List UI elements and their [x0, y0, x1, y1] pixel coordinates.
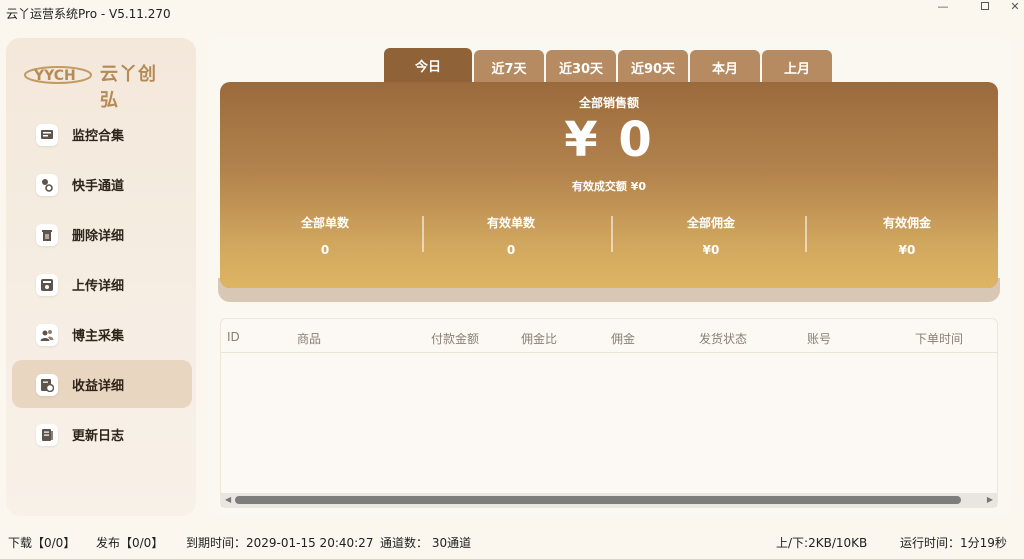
title-bar: 云丫运营系统Pro - V5.11.270 — ✕ [0, 0, 1024, 26]
maximize-icon [981, 2, 989, 10]
sidebar-item-label: 快手通道 [72, 179, 125, 194]
upload-icon [36, 274, 58, 296]
sidebar-item-label: 博主采集 [72, 329, 125, 344]
stat-value: 0 [320, 243, 330, 257]
scroll-right-icon[interactable]: ▶ [987, 495, 993, 504]
window-title: 云丫运营系统Pro - V5.11.270 [6, 7, 171, 21]
tab-30-days[interactable]: 近30天 [546, 50, 616, 84]
scrollbar-thumb[interactable] [235, 496, 961, 504]
column-header-order-time[interactable]: 下单时间 [915, 330, 963, 347]
stat-label: 全部佣金 [686, 216, 735, 230]
sidebar-item-label: 上传详细 [72, 279, 125, 294]
stat-divider [805, 216, 807, 252]
total-sales-value: ¥ 0 [564, 112, 654, 168]
runtime: 运行时间：1分19秒 [900, 536, 1007, 550]
close-button[interactable]: ✕ [1000, 0, 1024, 20]
sidebar-item-changelog[interactable]: 更新日志 [12, 410, 192, 458]
tab-7-days[interactable]: 近7天 [474, 50, 544, 84]
sidebar-item-earnings[interactable]: 收益详细 [12, 360, 192, 408]
column-header-shipping-status[interactable]: 发货状态 [699, 330, 747, 347]
log-icon [36, 424, 58, 446]
tab-last-month[interactable]: 上月 [762, 50, 832, 84]
minimize-button[interactable]: — [928, 0, 958, 20]
sidebar-item-label: 监控合集 [72, 129, 125, 144]
tab-today[interactable]: 今日 [384, 48, 472, 84]
table-header: ID 商品 付款金额 佣金比 佣金 发货状态 账号 下单时间 [221, 319, 997, 353]
column-header-commission[interactable]: 佣金 [611, 330, 635, 347]
logo-mark-text: YYCH [33, 68, 76, 84]
publish-status: 发布【0/0】 [96, 536, 164, 550]
earnings-icon [36, 374, 58, 396]
column-header-payment[interactable]: 付款金额 [431, 330, 479, 347]
logo: YYCH 云丫创弘 [24, 56, 174, 111]
orders-table: ID 商品 付款金额 佣金比 佣金 发货状态 账号 下单时间 ◀ ▶ [220, 318, 998, 508]
logo-mark-icon: YYCH [24, 66, 92, 84]
sidebar-item-label: 收益详细 [72, 379, 125, 394]
sidebar-item-blogger[interactable]: 博主采集 [12, 310, 192, 358]
stat-valid-orders: 有效单数 0 [416, 214, 606, 257]
stat-divider [611, 216, 613, 252]
horizontal-scrollbar[interactable]: ◀ ▶ [221, 493, 997, 507]
total-sales-label: 全部销售额 [578, 96, 639, 110]
summary-card: 全部销售额 ¥ 0 有效成交额 ¥0 全部单数 0 有效单数 0 全部佣金 ¥0… [220, 82, 998, 288]
sidebar-item-channel[interactable]: 快手通道 [12, 160, 192, 208]
logo-text: 云丫创弘 [100, 64, 157, 111]
tab-this-month[interactable]: 本月 [690, 50, 760, 84]
monitor-icon [36, 124, 58, 146]
sidebar: YYCH 云丫创弘 监控合集 快手通道 删除详细 上传详细 博主采集 收益详细 … [6, 38, 196, 516]
download-status: 下载【0/0】 [8, 536, 76, 550]
stat-label: 有效单数 [486, 216, 535, 230]
sidebar-item-label: 删除详细 [72, 229, 125, 244]
sidebar-item-label: 更新日志 [72, 429, 125, 444]
status-bar: 下载【0/0】 发布【0/0】 到期时间：2029-01-15 20:40:27… [0, 526, 1024, 559]
valid-turnover: 有效成交额 ¥0 [571, 180, 647, 193]
stat-valid-commission: 有效佣金 ¥0 [812, 214, 1002, 257]
stat-value: ¥0 [702, 243, 720, 257]
sidebar-item-delete[interactable]: 删除详细 [12, 210, 192, 258]
stat-value: ¥0 [898, 243, 916, 257]
channel-count: 通道数： 30通道 [380, 536, 472, 550]
channel-icon [36, 174, 58, 196]
column-header-id[interactable]: ID [227, 330, 240, 344]
column-header-product[interactable]: 商品 [297, 330, 321, 347]
stat-label: 全部单数 [300, 216, 349, 230]
scroll-left-icon[interactable]: ◀ [225, 495, 231, 504]
sidebar-item-upload[interactable]: 上传详细 [12, 260, 192, 308]
users-icon [36, 324, 58, 346]
traffic-stats: 上/下:2KB/10KB [776, 536, 868, 550]
stat-total-commission: 全部佣金 ¥0 [616, 214, 806, 257]
column-header-account[interactable]: 账号 [807, 330, 831, 347]
maximize-button[interactable] [970, 0, 1000, 20]
stat-total-orders: 全部单数 0 [230, 214, 420, 257]
trash-icon [36, 224, 58, 246]
sidebar-item-monitor[interactable]: 监控合集 [12, 110, 192, 158]
column-header-commission-rate[interactable]: 佣金比 [521, 330, 557, 347]
tab-90-days[interactable]: 近90天 [618, 50, 688, 84]
stat-value: 0 [506, 243, 516, 257]
stat-label: 有效佣金 [882, 216, 931, 230]
expire-time: 到期时间：2029-01-15 20:40:27 [186, 536, 374, 550]
